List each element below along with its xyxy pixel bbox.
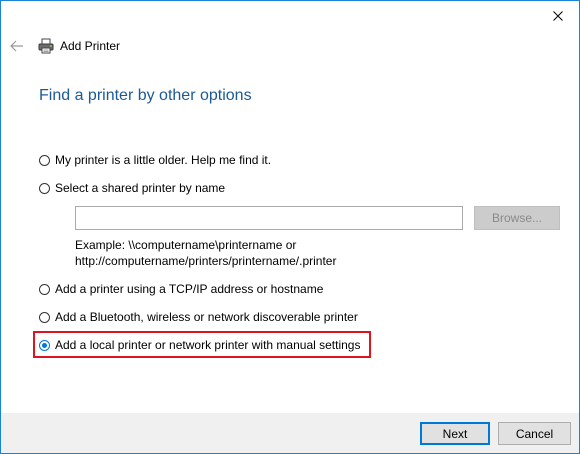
option-bluetooth-printer[interactable]: Add a Bluetooth, wireless or network dis… bbox=[39, 308, 358, 326]
page-heading: Find a printer by other options bbox=[39, 87, 252, 104]
dialog-title: Add Printer bbox=[60, 39, 121, 53]
example-hint: Example: \\computername\printername or h… bbox=[75, 237, 336, 269]
back-button[interactable] bbox=[9, 38, 25, 54]
add-printer-dialog: Add Printer Find a printer by other opti… bbox=[0, 0, 580, 454]
dialog-header: Add Printer bbox=[9, 33, 120, 59]
radio-shared-printer[interactable] bbox=[39, 182, 50, 194]
example-line-1: Example: \\computername\printername or bbox=[75, 238, 297, 252]
option-local-printer[interactable]: Add a local printer or network printer w… bbox=[39, 336, 360, 354]
option-label: Add a printer using a TCP/IP address or … bbox=[55, 282, 324, 296]
radio-local-printer[interactable] bbox=[39, 339, 50, 351]
option-label: My printer is a little older. Help me fi… bbox=[55, 153, 272, 167]
option-label: Add a Bluetooth, wireless or network dis… bbox=[55, 310, 358, 324]
close-icon bbox=[553, 11, 563, 21]
printer-icon bbox=[37, 37, 55, 55]
cancel-button[interactable]: Cancel bbox=[498, 422, 571, 445]
dialog-footer: Next Cancel bbox=[1, 413, 579, 453]
radio-bluetooth-printer[interactable] bbox=[39, 311, 50, 323]
option-shared-printer[interactable]: Select a shared printer by name bbox=[39, 179, 225, 197]
radio-older-printer[interactable] bbox=[39, 154, 50, 166]
radio-tcpip-printer[interactable] bbox=[39, 283, 50, 295]
option-label: Add a local printer or network printer w… bbox=[55, 338, 361, 352]
next-button[interactable]: Next bbox=[420, 422, 490, 445]
option-label: Select a shared printer by name bbox=[55, 181, 226, 195]
option-older-printer[interactable]: My printer is a little older. Help me fi… bbox=[39, 151, 271, 169]
example-line-2: http://computername/printers/printername… bbox=[75, 254, 337, 268]
option-tcpip-printer[interactable]: Add a printer using a TCP/IP address or … bbox=[39, 280, 323, 298]
close-button[interactable] bbox=[537, 1, 579, 31]
shared-printer-name-input[interactable] bbox=[75, 206, 463, 230]
back-arrow-icon bbox=[10, 40, 23, 52]
browse-button[interactable]: Browse... bbox=[474, 206, 560, 230]
